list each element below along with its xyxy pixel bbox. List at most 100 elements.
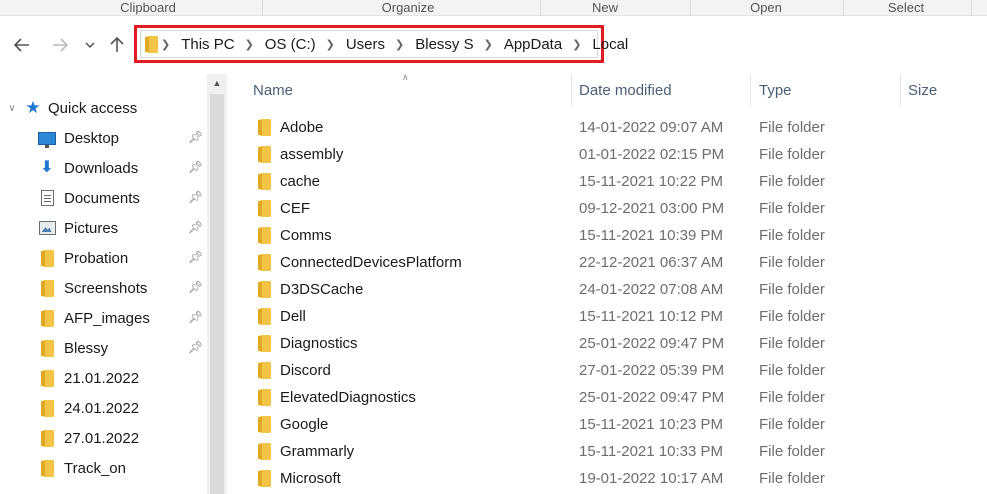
ribbon-divider xyxy=(690,0,691,16)
file-row[interactable]: Adobe 14-01-2022 09:07 AM File folder xyxy=(228,114,987,141)
file-list: Name ∧ Date modified Type Size Adobe 14-0… xyxy=(228,72,987,494)
file-type: File folder xyxy=(759,308,825,325)
breadcrumb-local[interactable]: ❯ Local xyxy=(562,36,628,53)
column-divider[interactable] xyxy=(900,74,901,106)
file-row[interactable]: ElevatedDiagnostics 25-01-2022 09:47 PM Fi… xyxy=(228,384,987,411)
file-row[interactable]: Microsoft 19-01-2022 10:17 AM File folder xyxy=(228,465,987,492)
sidebar-item-pictures[interactable]: Pictures 📌︎ xyxy=(38,217,206,239)
file-date-modified: 15-11-2021 10:22 PM xyxy=(579,173,723,190)
file-type: File folder xyxy=(759,443,825,460)
breadcrumb-user[interactable]: ❯ Blessy S xyxy=(385,36,474,53)
folder-icon xyxy=(40,369,54,387)
sidebar-item-downloads[interactable]: ⬇ Downloads 📌︎ xyxy=(38,157,206,179)
navigation-pane-scrollbar[interactable]: ▲ xyxy=(207,74,227,494)
file-row[interactable]: Comms 15-11-2021 10:39 PM File folder xyxy=(228,222,987,249)
sidebar-item-24-01-2022[interactable]: 24.01.2022 xyxy=(38,397,206,419)
folder-icon xyxy=(40,459,54,477)
file-type: File folder xyxy=(759,254,825,271)
sidebar-item-afp-images[interactable]: AFP_images 📌︎ xyxy=(38,307,206,329)
ribbon-group-select: Select xyxy=(887,0,925,15)
file-date-modified: 01-01-2022 02:15 PM xyxy=(579,146,725,163)
sidebar-item-desktop[interactable]: Desktop 📌︎ xyxy=(38,127,206,149)
quick-access-header[interactable]: ∨ ★ Quick access xyxy=(0,97,137,119)
back-button[interactable] xyxy=(10,33,34,57)
arrow-left-icon xyxy=(14,38,29,52)
folder-icon xyxy=(258,362,271,379)
folder-icon xyxy=(258,146,271,163)
file-row[interactable]: Dell 15-11-2021 10:12 PM File folder xyxy=(228,303,987,330)
sidebar-item-label: 21.01.2022 xyxy=(64,369,140,387)
column-header-name[interactable]: Name xyxy=(253,74,293,106)
file-name: cache xyxy=(280,173,321,190)
file-name: Grammarly xyxy=(280,443,355,460)
sidebar-item-label: Track_on xyxy=(64,459,126,477)
sidebar-item-screenshots[interactable]: Screenshots 📌︎ xyxy=(38,277,206,299)
file-date-modified: 25-01-2022 09:47 PM xyxy=(579,389,725,406)
file-row[interactable]: Discord 27-01-2022 05:39 PM File folder xyxy=(228,357,987,384)
file-date-modified: 15-11-2021 10:12 PM xyxy=(579,308,723,325)
scroll-thumb[interactable] xyxy=(210,94,224,494)
file-row[interactable]: assembly 01-01-2022 02:15 PM File folder xyxy=(228,141,987,168)
breadcrumb-users[interactable]: ❯ Users xyxy=(316,36,385,53)
sidebar-item-21-01-2022[interactable]: 21.01.2022 xyxy=(38,367,206,389)
breadcrumb[interactable]: ❯ This PC ❯ OS (C:) ❯ Users ❯ Blessy S ❯ AppD… xyxy=(140,30,628,58)
chevron-down-icon[interactable]: ∨ xyxy=(0,103,24,114)
sidebar-item-probation[interactable]: Probation 📌︎ xyxy=(38,247,206,269)
ribbon-group-clipboard: Clipboard xyxy=(120,0,176,15)
chevron-right-icon: ❯ xyxy=(572,38,582,51)
file-name: Discord xyxy=(280,362,331,379)
up-button[interactable] xyxy=(105,33,129,57)
folder-icon xyxy=(258,443,271,460)
arrow-right-icon xyxy=(53,38,68,52)
file-row[interactable]: Grammarly 15-11-2021 10:33 PM File folder xyxy=(228,438,987,465)
folder-icon xyxy=(258,254,271,271)
sidebar-item-label: Desktop xyxy=(64,129,120,147)
folder-icon xyxy=(40,309,54,327)
file-type: File folder xyxy=(759,146,825,163)
column-divider[interactable] xyxy=(750,74,751,106)
file-row[interactable]: cache 15-11-2021 10:22 PM File folder xyxy=(228,168,987,195)
file-row[interactable]: D3DSCache 24-01-2022 07:08 AM File folder xyxy=(228,276,987,303)
column-header-date-modified[interactable]: Date modified xyxy=(579,74,672,106)
file-date-modified: 15-11-2021 10:33 PM xyxy=(579,443,723,460)
file-name: Comms xyxy=(280,227,332,244)
sidebar-item-27-01-2022[interactable]: 27.01.2022 xyxy=(38,427,206,449)
file-row[interactable]: CEF 09-12-2021 03:00 PM File folder xyxy=(228,195,987,222)
sort-ascending-icon: ∧ xyxy=(402,72,409,82)
sidebar-item-documents[interactable]: Documents 📌︎ xyxy=(38,187,206,209)
column-header-label: Size xyxy=(908,81,938,99)
pin-icon: 📌︎ xyxy=(188,190,204,204)
ribbon-divider xyxy=(262,0,263,16)
sidebar-item-label: 24.01.2022 xyxy=(64,399,140,417)
breadcrumb-drive[interactable]: ❯ OS (C:) xyxy=(235,36,316,53)
recent-locations-button[interactable] xyxy=(80,33,100,57)
pin-icon: 📌︎ xyxy=(188,310,204,324)
folder-icon xyxy=(258,227,271,244)
file-type: File folder xyxy=(759,470,825,487)
column-divider[interactable] xyxy=(571,74,572,106)
pin-icon: 📌︎ xyxy=(188,130,204,144)
file-row[interactable]: Diagnostics 25-01-2022 09:47 PM File folde… xyxy=(228,330,987,357)
ribbon-group-new: New xyxy=(591,0,618,15)
file-name: Microsoft xyxy=(280,470,341,487)
file-type: File folder xyxy=(759,227,825,244)
file-name: ElevatedDiagnostics xyxy=(280,389,416,406)
file-row[interactable]: ConnectedDevicesPlatform 22-12-2021 06:37… xyxy=(228,249,987,276)
file-row[interactable]: Google 15-11-2021 10:23 PM File folder xyxy=(228,411,987,438)
ribbon-divider xyxy=(971,0,972,16)
scroll-up-arrow-icon[interactable]: ▲ xyxy=(207,74,227,92)
column-header-size[interactable]: Size xyxy=(908,74,937,106)
breadcrumb-appdata[interactable]: ❯ AppData xyxy=(474,36,563,53)
folder-icon xyxy=(40,429,54,447)
folder-icon xyxy=(258,173,271,190)
column-header-type[interactable]: Type xyxy=(759,74,792,106)
folder-icon xyxy=(258,281,271,298)
sidebar-item-blessy[interactable]: Blessy 📌︎ xyxy=(38,337,206,359)
arrow-up-icon xyxy=(110,37,124,52)
file-type: File folder xyxy=(759,335,825,352)
address-bar[interactable]: ❯ This PC ❯ OS (C:) ❯ Users ❯ Blessy S ❯ AppD… xyxy=(134,25,628,63)
sidebar-item-track-on[interactable]: Track_on xyxy=(38,457,206,479)
breadcrumb-this-pc[interactable]: ❯ This PC xyxy=(151,36,235,53)
forward-button[interactable] xyxy=(48,33,72,57)
file-date-modified: 25-01-2022 09:47 PM xyxy=(579,335,725,352)
